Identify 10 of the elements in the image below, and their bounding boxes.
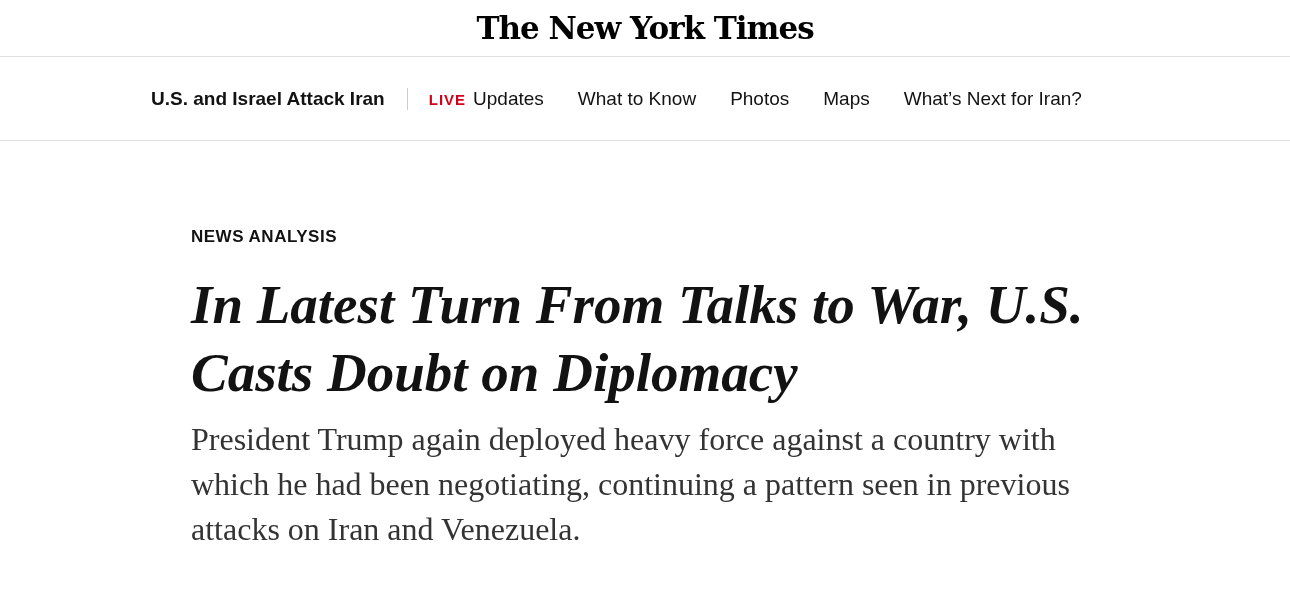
article-summary: President Trump again deployed heavy force against a country with which he had been negotiating, continuing a pattern seen in previous attacks on Iran and Venezuela.: [191, 420, 1071, 549]
site-logo[interactable]: The New York Times: [476, 10, 814, 46]
nav-link[interactable]: What’s Next for Iran?: [886, 87, 1099, 110]
section-link[interactable]: U.S. and Israel Attack Iran: [151, 87, 408, 110]
nav-link[interactable]: What to Know: [560, 87, 714, 110]
nav-link[interactable]: Photos: [713, 87, 807, 110]
article-kicker: NEWS ANALYSIS: [191, 227, 338, 247]
nav-link[interactable]: Maps: [806, 87, 887, 110]
nav-link[interactable]: LIVE Updates: [411, 87, 561, 110]
article-headline: In Latest Turn From Talks to War, U.S. Casts Doubt on Diplomacy: [191, 273, 1085, 405]
